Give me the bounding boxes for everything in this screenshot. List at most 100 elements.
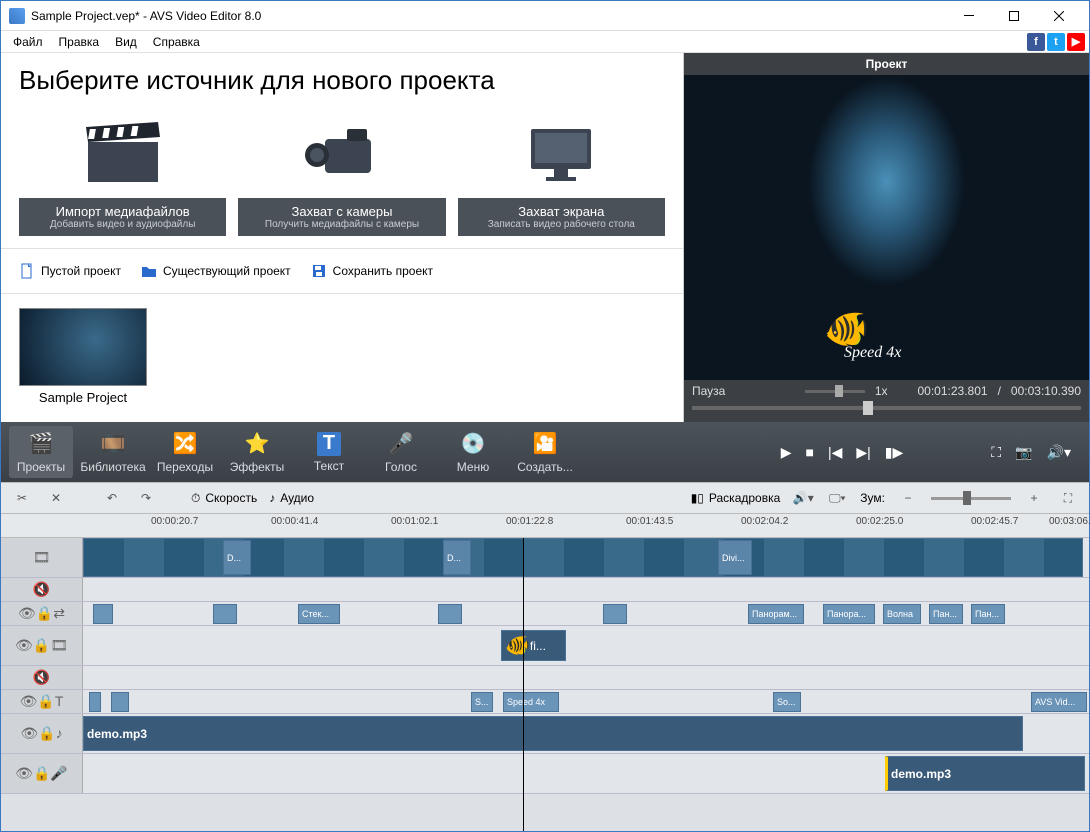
zoom-in-button[interactable]: + bbox=[1023, 487, 1045, 509]
snapshot-button[interactable]: 📷 bbox=[1015, 444, 1032, 461]
text-tab[interactable]: TТекст bbox=[297, 426, 361, 478]
audio-head[interactable]: 👁🔒♪ bbox=[1, 714, 83, 753]
titlebar: Sample Project.vep* - AVS Video Editor 8… bbox=[1, 1, 1089, 31]
overlay-clip[interactable]: 🐠fi... bbox=[501, 630, 566, 661]
projects-tab[interactable]: 🎬Проекты bbox=[9, 426, 73, 478]
text-clip[interactable]: S... bbox=[471, 692, 493, 712]
overlay-head[interactable]: 👁🔒🎞 bbox=[1, 626, 83, 665]
zoom-label: Зум: bbox=[860, 491, 885, 505]
redo-button[interactable]: ↷ bbox=[135, 487, 157, 509]
window-title: Sample Project.vep* - AVS Video Editor 8… bbox=[31, 9, 946, 23]
audio-button[interactable]: ♪Аудио bbox=[269, 491, 314, 505]
transition-clip[interactable]: Панорам... bbox=[748, 604, 804, 624]
time-position: 00:01:23.801 bbox=[918, 384, 988, 398]
menubar: Файл Правка Вид Справка f t ▶ bbox=[1, 31, 1089, 53]
video-track-body[interactable]: D... D... Divi... bbox=[83, 538, 1089, 577]
volume-mix-button[interactable]: 🔊▾ bbox=[792, 487, 814, 509]
preview-video[interactable]: 🐠 Speed 4x bbox=[684, 75, 1089, 380]
gauge-icon: ⏱ bbox=[191, 491, 200, 506]
speed-value: 1x bbox=[875, 384, 888, 398]
capture-screen-card[interactable]: Захват экранаЗаписать видео рабочего сто… bbox=[458, 106, 665, 236]
text-clip[interactable]: AVS Vid... bbox=[1031, 692, 1087, 712]
transition-clip[interactable] bbox=[438, 604, 462, 624]
star-icon: ⭐ bbox=[244, 431, 270, 457]
video-track: 🎞 D... D... Divi... bbox=[1, 538, 1089, 578]
menu-view[interactable]: Вид bbox=[107, 33, 145, 51]
overlay-track: 👁🔒🎞 🐠fi... bbox=[1, 626, 1089, 666]
text-clip[interactable]: So... bbox=[773, 692, 801, 712]
speed-button[interactable]: ⏱Скорость bbox=[191, 491, 257, 506]
empty-project-button[interactable]: Пустой проект bbox=[19, 263, 121, 279]
video-track-head[interactable]: 🎞 bbox=[1, 538, 83, 577]
twitter-icon[interactable]: t bbox=[1047, 33, 1065, 51]
project-thumbnail[interactable]: Sample Project bbox=[19, 308, 147, 405]
save-icon bbox=[311, 263, 327, 279]
text-icon: T bbox=[317, 432, 341, 456]
minimize-button[interactable] bbox=[946, 1, 991, 30]
split-button[interactable]: ✂ bbox=[11, 487, 33, 509]
playhead[interactable] bbox=[523, 538, 524, 831]
preview-panel: Проект 🐠 Speed 4x Пауза 1x 00:01:23.801 … bbox=[684, 53, 1089, 422]
existing-project-button[interactable]: Существующий проект bbox=[141, 263, 291, 279]
save-project-button[interactable]: Сохранить проект bbox=[311, 263, 433, 279]
transition-clip[interactable]: Пан... bbox=[971, 604, 1005, 624]
aspect-button[interactable]: 🖵▾ bbox=[826, 487, 848, 509]
transitions-track: 👁🔒⇄ Стек... Панорам... Панора... Волна П… bbox=[1, 602, 1089, 626]
clip-label[interactable]: D... bbox=[223, 540, 251, 575]
transition-clip[interactable]: Волна bbox=[883, 604, 921, 624]
preview-title: Проект bbox=[684, 53, 1089, 75]
playback-status: Пауза bbox=[692, 384, 725, 398]
text-head[interactable]: 👁🔒T bbox=[1, 690, 83, 713]
delete-button[interactable]: ✕ bbox=[45, 487, 67, 509]
youtube-icon[interactable]: ▶ bbox=[1067, 33, 1085, 51]
text-clip[interactable]: Speed 4x bbox=[503, 692, 559, 712]
transition-clip[interactable]: Стек... bbox=[298, 604, 340, 624]
transition-clip[interactable] bbox=[93, 604, 113, 624]
clip-label[interactable]: D... bbox=[443, 540, 471, 575]
text-clip[interactable] bbox=[111, 692, 129, 712]
clip-label[interactable]: Divi... bbox=[718, 540, 752, 575]
text-clip[interactable] bbox=[89, 692, 101, 712]
app-logo-icon bbox=[9, 8, 25, 24]
fullscreen-button[interactable]: ⛶ bbox=[991, 444, 1001, 461]
fit-button[interactable]: ⛶ bbox=[1057, 487, 1079, 509]
produce-button[interactable]: 🎦Создать... bbox=[513, 426, 577, 478]
transitions-tab[interactable]: 🔀Переходы bbox=[153, 426, 217, 478]
transition-clip[interactable] bbox=[603, 604, 627, 624]
close-button[interactable] bbox=[1036, 1, 1081, 30]
play-slow-button[interactable]: ▮▶ bbox=[885, 444, 903, 461]
effects-tab[interactable]: ⭐Эффекты bbox=[225, 426, 289, 478]
play-button[interactable]: ▶ bbox=[781, 444, 792, 461]
menu-edit[interactable]: Правка bbox=[51, 33, 108, 51]
voice-head[interactable]: 👁🔒🎤 bbox=[1, 754, 83, 793]
transition-clip[interactable]: Панора... bbox=[823, 604, 875, 624]
voice-clip[interactable]: demo.mp3 bbox=[885, 756, 1085, 791]
capture-camera-card[interactable]: Захват с камерыПолучить медиафайлы с кам… bbox=[238, 106, 445, 236]
transitions-head[interactable]: 👁🔒⇄ bbox=[1, 602, 83, 625]
library-tab[interactable]: 🎞️Библиотека bbox=[81, 426, 145, 478]
maximize-button[interactable] bbox=[991, 1, 1036, 30]
undo-button[interactable]: ↶ bbox=[101, 487, 123, 509]
zoom-slider[interactable] bbox=[931, 497, 1011, 500]
video-audio-head[interactable]: 🔇 bbox=[1, 578, 83, 601]
storyboard-toggle[interactable]: ▮▯Раскадровка bbox=[691, 491, 781, 505]
storyboard-icon: ▮▯ bbox=[691, 491, 704, 505]
audio-clip[interactable]: demo.mp3 bbox=[83, 716, 1023, 751]
import-media-card[interactable]: Импорт медиафайловДобавить видео и аудио… bbox=[19, 106, 226, 236]
menu-help[interactable]: Справка bbox=[145, 33, 208, 51]
stop-button[interactable]: ■ bbox=[806, 444, 814, 460]
facebook-icon[interactable]: f bbox=[1027, 33, 1045, 51]
camcorder-icon bbox=[238, 106, 445, 198]
transition-clip[interactable] bbox=[213, 604, 237, 624]
seek-slider[interactable] bbox=[692, 406, 1081, 410]
transition-clip[interactable]: Пан... bbox=[929, 604, 963, 624]
prev-frame-button[interactable]: |◀ bbox=[828, 444, 842, 461]
next-frame-button[interactable]: ▶| bbox=[856, 444, 870, 461]
speed-slider[interactable] bbox=[805, 390, 865, 393]
volume-button[interactable]: 🔊▾ bbox=[1047, 444, 1071, 461]
voice-tab[interactable]: 🎤Голос bbox=[369, 426, 433, 478]
zoom-out-button[interactable]: − bbox=[897, 487, 919, 509]
menu-file[interactable]: Файл bbox=[5, 33, 51, 51]
menu-tab[interactable]: 💿Меню bbox=[441, 426, 505, 478]
time-ruler[interactable]: 00:00:20.7 00:00:41.4 00:01:02.1 00:01:2… bbox=[1, 514, 1089, 538]
